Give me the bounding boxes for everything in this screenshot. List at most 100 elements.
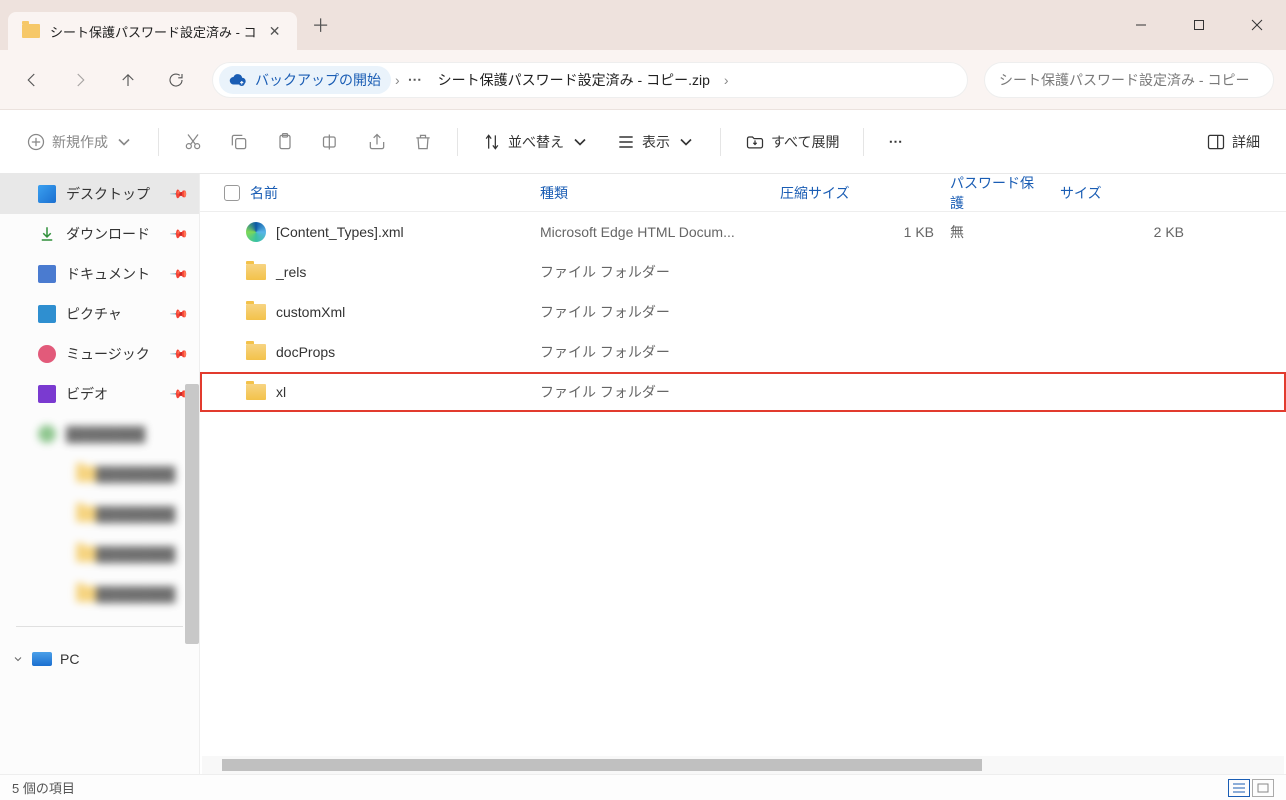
minimize-button[interactable]: [1112, 0, 1170, 50]
folder-icon: [246, 304, 266, 320]
file-row[interactable]: _relsファイル フォルダー: [200, 252, 1286, 292]
file-name: customXml: [276, 304, 345, 320]
sidebar-item-label: デスクトップ: [66, 184, 150, 204]
folder-icon: [38, 425, 56, 443]
header-password[interactable]: パスワード保護: [942, 173, 1052, 213]
file-type: ファイル フォルダー: [532, 382, 772, 402]
file-size: 2 KB: [1052, 224, 1192, 240]
refresh-button[interactable]: [156, 62, 196, 98]
header-name[interactable]: 名前: [216, 183, 532, 203]
details-icon: [1206, 132, 1226, 152]
sidebar-item-blurred[interactable]: ████████: [0, 454, 199, 494]
breadcrumb-zip-label: シート保護パスワード設定済み - コピー.zip: [438, 70, 710, 90]
sidebar-item-blurred[interactable]: ████████: [0, 494, 199, 534]
new-tab-button[interactable]: ＋: [301, 5, 341, 45]
up-button[interactable]: [108, 62, 148, 98]
window-controls: [1112, 0, 1286, 50]
more-button[interactable]: ⋯: [878, 124, 914, 160]
sidebar-item-music[interactable]: ミュージック 📌: [0, 334, 199, 374]
rename-button[interactable]: [311, 124, 351, 160]
sidebar-item-desktop[interactable]: デスクトップ 📌: [0, 174, 199, 214]
chevron-right-icon[interactable]: ›: [720, 72, 733, 88]
toolbar: 新規作成 並べ替え 表示 すべて展開 ⋯ 詳細: [0, 110, 1286, 174]
file-compressed-size: 1 KB: [772, 224, 942, 240]
sort-button[interactable]: 並べ替え: [472, 124, 600, 160]
tab-close-button[interactable]: ✕: [267, 23, 283, 39]
separator: [457, 128, 458, 156]
cloud-icon: [229, 71, 247, 89]
copy-icon: [229, 132, 249, 152]
download-icon: [38, 225, 56, 243]
search-input[interactable]: シート保護パスワード設定済み - コピー: [984, 62, 1274, 98]
sidebar-item-videos[interactable]: ビデオ 📌: [0, 374, 199, 414]
close-button[interactable]: [1228, 0, 1286, 50]
sidebar-item-label: ミュージック: [66, 344, 150, 364]
delete-button[interactable]: [403, 124, 443, 160]
copy-button[interactable]: [219, 124, 259, 160]
delete-icon: [413, 132, 433, 152]
rename-icon: [321, 132, 341, 152]
chevron-down-icon: [12, 653, 24, 665]
desktop-icon: [38, 185, 56, 203]
breadcrumb-zip[interactable]: シート保護パスワード設定済み - コピー.zip: [428, 66, 720, 94]
chevron-down-icon: [570, 132, 590, 152]
header-size[interactable]: サイズ: [1052, 183, 1192, 203]
breadcrumb-backup[interactable]: バックアップの開始: [219, 66, 391, 94]
document-icon: [38, 265, 56, 283]
extract-label: すべて展開: [771, 132, 839, 152]
maximize-button[interactable]: [1170, 0, 1228, 50]
sidebar-item-blurred[interactable]: ████████: [0, 414, 199, 454]
sidebar-item-blurred[interactable]: ████████: [0, 534, 199, 574]
view-details-button[interactable]: [1228, 779, 1250, 797]
extract-all-button[interactable]: すべて展開: [735, 124, 849, 160]
titlebar: シート保護パスワード設定済み - コ ✕ ＋: [0, 0, 1286, 50]
file-row[interactable]: docPropsファイル フォルダー: [200, 332, 1286, 372]
sort-icon: [482, 132, 502, 152]
folder-icon: [76, 546, 96, 562]
chevron-right-icon[interactable]: ›: [391, 72, 404, 88]
horizontal-scrollbar[interactable]: [202, 756, 1284, 774]
scrollbar-thumb[interactable]: [222, 759, 982, 771]
sidebar-item-pc[interactable]: PC: [0, 639, 199, 679]
sidebar-item-pictures[interactable]: ピクチャ 📌: [0, 294, 199, 334]
share-button[interactable]: [357, 124, 397, 160]
view-button[interactable]: 表示: [606, 124, 706, 160]
view-icon: [616, 132, 636, 152]
tab-title: シート保護パスワード設定済み - コ: [50, 22, 257, 41]
folder-icon: [246, 264, 266, 280]
sidebar-item-documents[interactable]: ドキュメント 📌: [0, 254, 199, 294]
tab[interactable]: シート保護パスワード設定済み - コ ✕: [8, 12, 297, 50]
sidebar-item-blurred[interactable]: ████████: [0, 574, 199, 614]
forward-button[interactable]: [60, 62, 100, 98]
statusbar: 5 個の項目: [0, 774, 1286, 800]
view-icons-button[interactable]: [1252, 779, 1274, 797]
select-all-checkbox[interactable]: [224, 185, 240, 201]
sidebar-scrollbar[interactable]: [185, 384, 199, 644]
file-row[interactable]: [Content_Types].xmlMicrosoft Edge HTML D…: [200, 212, 1286, 252]
sort-label: 並べ替え: [508, 132, 564, 152]
extract-icon: [745, 132, 765, 152]
chevron-down-icon: [676, 132, 696, 152]
content-area: デスクトップ 📌 ダウンロード 📌 ドキュメント 📌 ピクチャ 📌 ミュージック…: [0, 174, 1286, 774]
file-password: 無: [942, 222, 1052, 242]
cut-button[interactable]: [173, 124, 213, 160]
new-button[interactable]: 新規作成: [16, 124, 144, 160]
breadcrumb[interactable]: バックアップの開始 › ⋯ シート保護パスワード設定済み - コピー.zip ›: [212, 62, 968, 98]
paste-button[interactable]: [265, 124, 305, 160]
back-button[interactable]: [12, 62, 52, 98]
header-type[interactable]: 種類: [532, 183, 772, 203]
file-type: ファイル フォルダー: [532, 342, 772, 362]
sidebar-item-downloads[interactable]: ダウンロード 📌: [0, 214, 199, 254]
pin-icon: 📌: [169, 344, 189, 364]
folder-icon: [22, 24, 40, 38]
breadcrumb-more-icon[interactable]: ⋯: [404, 71, 428, 88]
separator: [863, 128, 864, 156]
details-button[interactable]: 詳細: [1196, 124, 1270, 160]
file-row[interactable]: customXmlファイル フォルダー: [200, 292, 1286, 332]
folder-icon: [246, 344, 266, 360]
paste-icon: [275, 132, 295, 152]
header-compressed-size[interactable]: 圧縮サイズ: [772, 183, 942, 203]
file-row[interactable]: xlファイル フォルダー: [200, 372, 1286, 412]
file-list: [Content_Types].xmlMicrosoft Edge HTML D…: [200, 212, 1286, 412]
video-icon: [38, 385, 56, 403]
